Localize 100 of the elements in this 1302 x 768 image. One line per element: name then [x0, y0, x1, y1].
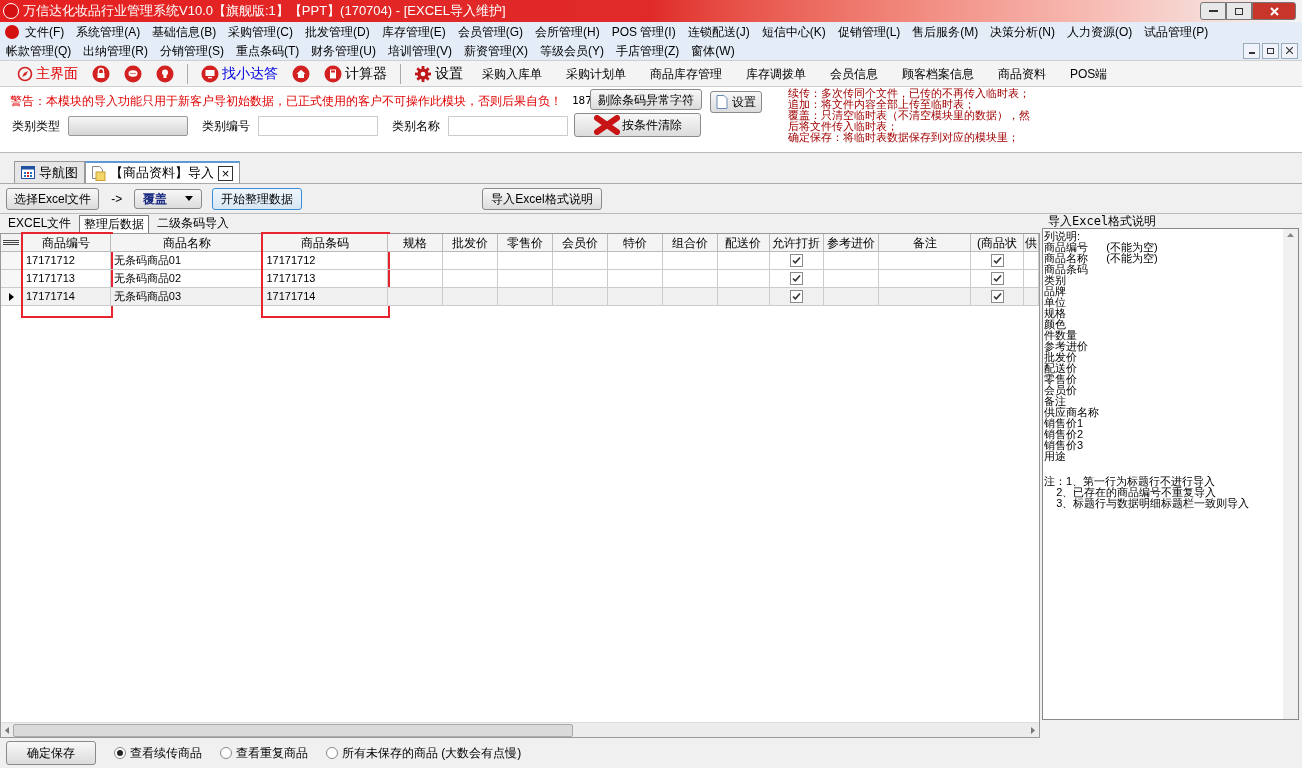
- note-line: 3、标题行与数据明细标题栏一致则导入: [1055, 498, 1251, 509]
- menu-item[interactable]: 售后服务(M): [906, 22, 985, 41]
- column-header[interactable]: 商品名称: [110, 234, 264, 252]
- column-header[interactable]: 零售价: [498, 234, 553, 252]
- column-header[interactable]: 允许打折: [769, 234, 825, 252]
- column-header[interactable]: 商品编号: [22, 234, 111, 252]
- toolbar-button[interactable]: 找小达答: [194, 63, 285, 84]
- clear-button[interactable]: 按条件清除: [574, 113, 701, 137]
- menu-item[interactable]: 促销管理(L): [831, 22, 907, 41]
- column-header[interactable]: 配送价: [717, 234, 770, 252]
- gear-icon: [414, 64, 432, 83]
- menu-item[interactable]: 手店管理(Z): [610, 41, 686, 60]
- radio-option[interactable]: 查看重复商品: [220, 744, 308, 762]
- checkbox[interactable]: [990, 254, 1004, 267]
- menu-item[interactable]: 会所管理(H): [529, 22, 606, 41]
- column-header[interactable]: (商品状: [971, 234, 1024, 252]
- horizontal-scrollbar[interactable]: [1, 722, 1039, 737]
- document-tab[interactable]: 【商品资料】导入 ×: [85, 161, 240, 183]
- toolbar-button[interactable]: 采购计划单: [554, 64, 638, 83]
- menu-item[interactable]: 连锁配送(J): [681, 22, 756, 41]
- menu-item[interactable]: 批发管理(D): [299, 22, 376, 41]
- radio-option[interactable]: 查看续传商品: [114, 744, 202, 762]
- document-tab[interactable]: 导航图: [14, 161, 85, 183]
- column-header[interactable]: 商品条码: [263, 234, 389, 252]
- mode-dropdown[interactable]: 覆盖: [134, 188, 203, 209]
- input-field[interactable]: [448, 116, 568, 136]
- column-header[interactable]: 备注: [879, 234, 972, 252]
- tab-close-button[interactable]: ×: [218, 165, 233, 181]
- toolbar-button[interactable]: 顾客档案信息: [890, 64, 986, 83]
- restore-button[interactable]: [1226, 2, 1252, 20]
- toolbar-button[interactable]: 商品资料: [986, 64, 1058, 83]
- menu-item[interactable]: 试品管理(P): [1138, 22, 1215, 41]
- column-header[interactable]: 参考进价: [824, 234, 880, 252]
- child-restore-button[interactable]: [1262, 42, 1279, 59]
- menu-item[interactable]: 分销管理(S): [154, 41, 230, 60]
- table-cell: [662, 288, 718, 306]
- menu-item[interactable]: 库存管理(E): [375, 22, 452, 41]
- radio-button[interactable]: [220, 747, 232, 759]
- radio-button[interactable]: [326, 747, 338, 759]
- settings-button[interactable]: 设置: [710, 91, 762, 113]
- menu-item[interactable]: 等级会员(Y): [534, 41, 610, 60]
- menu-item[interactable]: 财务管理(U): [305, 41, 382, 60]
- sub-tab[interactable]: 二级条码导入: [153, 215, 234, 233]
- menu-item[interactable]: 基础信息(B): [146, 22, 223, 41]
- vertical-scrollbar[interactable]: [1283, 229, 1298, 719]
- toolbar-button[interactable]: 计算器: [317, 63, 394, 84]
- toolbar-button[interactable]: 设置: [407, 63, 470, 84]
- sub-tab[interactable]: EXCEL文件: [4, 215, 76, 233]
- column-header[interactable]: 特价: [607, 234, 663, 252]
- sub-tab[interactable]: 整理后数据: [79, 215, 150, 233]
- checkbox[interactable]: [789, 254, 803, 267]
- menu-item[interactable]: 帐款管理(Q): [0, 41, 78, 60]
- column-header[interactable]: 供: [1024, 234, 1039, 252]
- radio-button[interactable]: [114, 747, 126, 759]
- child-close-button[interactable]: [1281, 42, 1298, 59]
- table-cell: [443, 288, 499, 306]
- column-header[interactable]: 批发价: [443, 234, 499, 252]
- minimize-button[interactable]: [1200, 2, 1226, 20]
- strip-button[interactable]: 剔除条码异常字符: [590, 89, 702, 110]
- menu-item[interactable]: 系统管理(A): [70, 22, 147, 41]
- description-line: 参考进价: [1044, 341, 1089, 352]
- start-button[interactable]: 开始整理数据: [212, 187, 303, 210]
- description-line: 商品条码: [1044, 264, 1089, 275]
- menu-item[interactable]: 采购管理(C): [222, 22, 299, 41]
- menu-item[interactable]: 重点条码(T): [230, 41, 306, 60]
- save-button[interactable]: 确定保存: [6, 741, 96, 765]
- note-line: 追加：将文件内容全部上传至临时表；: [788, 99, 975, 110]
- menu-item[interactable]: 会员管理(G): [451, 22, 529, 41]
- column-header[interactable]: 会员价: [552, 234, 608, 252]
- close-button[interactable]: [1252, 2, 1296, 20]
- menu-item[interactable]: 窗体(W): [685, 41, 741, 60]
- format-help-button[interactable]: 导入Excel格式说明: [482, 187, 602, 210]
- input-field[interactable]: [258, 116, 378, 136]
- menu-item[interactable]: 短信中心(K): [755, 22, 832, 41]
- category-type-combo[interactable]: [68, 116, 188, 136]
- toolbar-button[interactable]: 采购入库单: [470, 64, 554, 83]
- menu-item[interactable]: 培训管理(V): [382, 41, 458, 60]
- menu-item[interactable]: 决策分析(N): [984, 22, 1062, 41]
- checkbox[interactable]: [990, 290, 1004, 303]
- choose-file-button[interactable]: 选择Excel文件: [6, 187, 100, 210]
- menu-item[interactable]: 人力资源(O): [1061, 22, 1139, 41]
- toolbar-button[interactable]: 库存调拨单: [734, 64, 818, 83]
- toolbar-button[interactable]: 商品库存管理: [638, 64, 734, 83]
- menu-item[interactable]: POS 管理(I): [605, 22, 682, 41]
- close-icon: [1286, 47, 1293, 54]
- radio-option[interactable]: 所有未保存的商品 (大数会有点慢): [326, 744, 522, 762]
- row-header[interactable]: [1, 288, 23, 306]
- checkbox[interactable]: [789, 272, 803, 285]
- column-header[interactable]: 规格: [388, 234, 444, 252]
- column-header[interactable]: 组合价: [662, 234, 718, 252]
- checkbox[interactable]: [990, 272, 1004, 285]
- checkbox[interactable]: [789, 290, 803, 303]
- caret-icon: [185, 196, 194, 201]
- menu-item[interactable]: 出纳管理(R): [77, 41, 154, 60]
- toolbar-button[interactable]: 主界面: [10, 63, 85, 84]
- menu-item[interactable]: 薪资管理(X): [458, 41, 534, 60]
- child-minimize-button[interactable]: [1243, 42, 1260, 59]
- toolbar-button[interactable]: 会员信息: [818, 64, 890, 83]
- menu-item[interactable]: 文件(F): [19, 22, 71, 41]
- toolbar-button[interactable]: POS端: [1058, 64, 1120, 83]
